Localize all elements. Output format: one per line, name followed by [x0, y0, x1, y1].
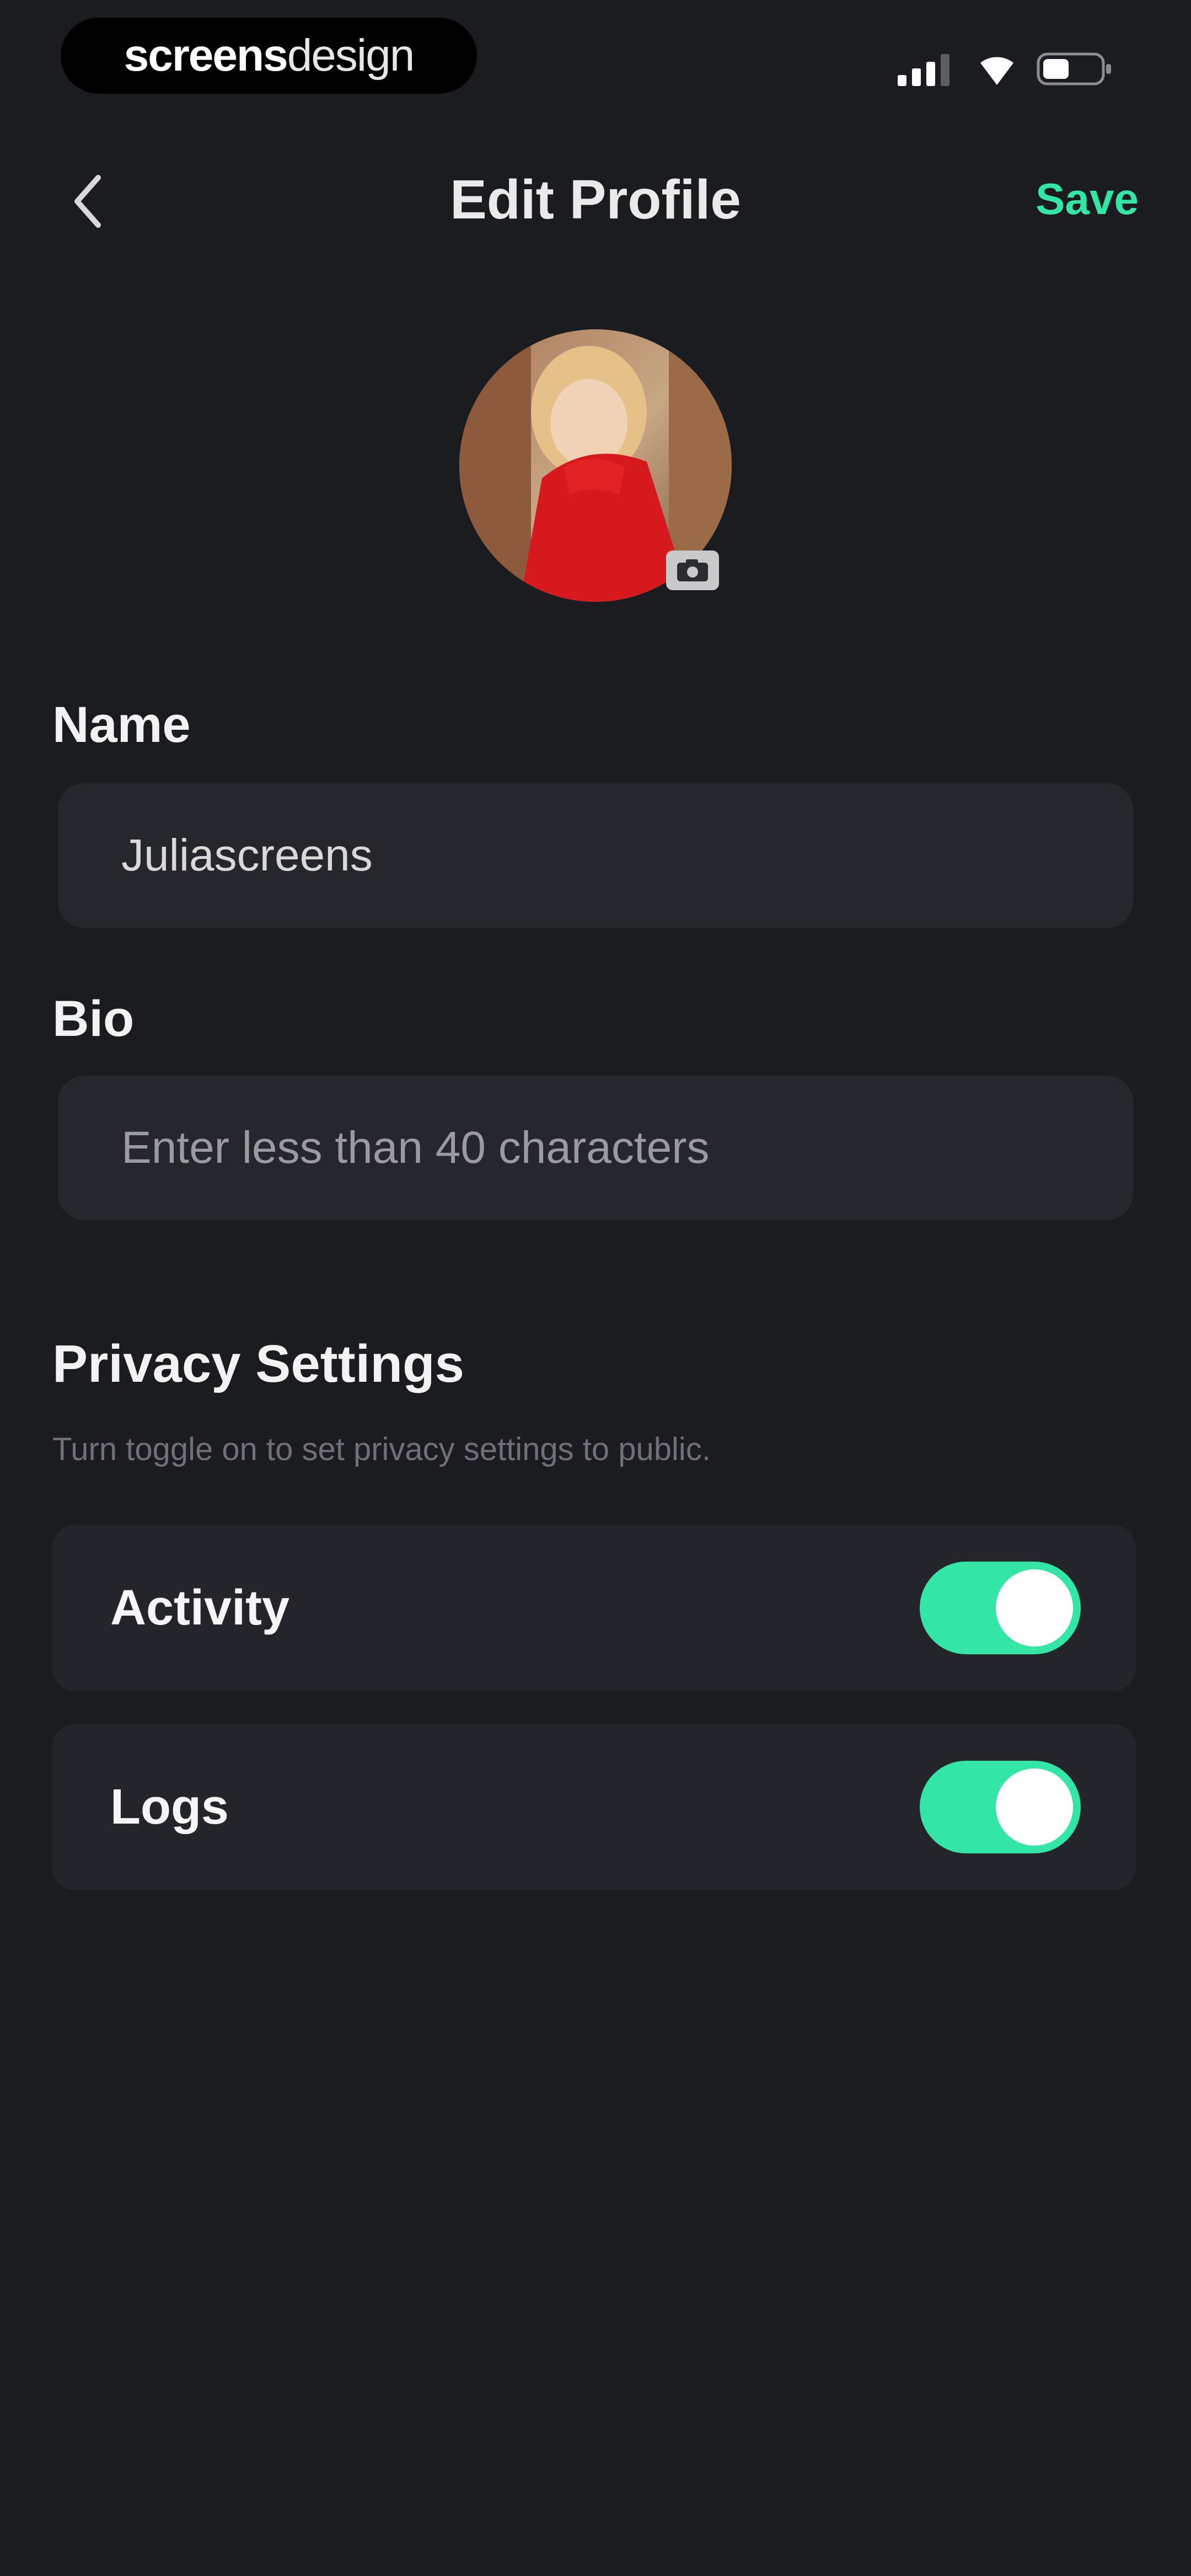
activity-label: Activity: [110, 1580, 290, 1636]
save-button[interactable]: Save: [1036, 174, 1139, 225]
bio-input[interactable]: [121, 1122, 1133, 1174]
change-photo-button[interactable]: [666, 551, 719, 590]
page-title: Edit Profile: [450, 169, 741, 231]
battery-icon: [1037, 52, 1111, 85]
screensdesign-logo: screens design: [61, 18, 477, 94]
name-input[interactable]: [121, 830, 1133, 881]
signal-icon: [898, 54, 949, 86]
name-field[interactable]: [58, 783, 1133, 928]
privacy-row-logs: Logs: [52, 1724, 1136, 1890]
activity-toggle[interactable]: [920, 1562, 1081, 1654]
privacy-row-activity: Activity: [52, 1525, 1136, 1691]
privacy-settings-subtitle: Turn toggle on to set privacy settings t…: [52, 1431, 711, 1467]
logs-toggle[interactable]: [920, 1761, 1081, 1853]
logo-text-bold: screens: [124, 30, 288, 81]
camera-icon: [677, 559, 708, 581]
toggle-knob: [996, 1768, 1073, 1846]
bio-label: Bio: [52, 991, 135, 1047]
wifi-icon: [980, 57, 1013, 85]
logo-text-light: design: [287, 30, 415, 81]
logs-label: Logs: [110, 1779, 229, 1835]
bio-field[interactable]: [58, 1076, 1133, 1220]
privacy-settings-title: Privacy Settings: [52, 1334, 464, 1393]
toggle-knob: [996, 1569, 1073, 1647]
name-label: Name: [52, 697, 191, 753]
